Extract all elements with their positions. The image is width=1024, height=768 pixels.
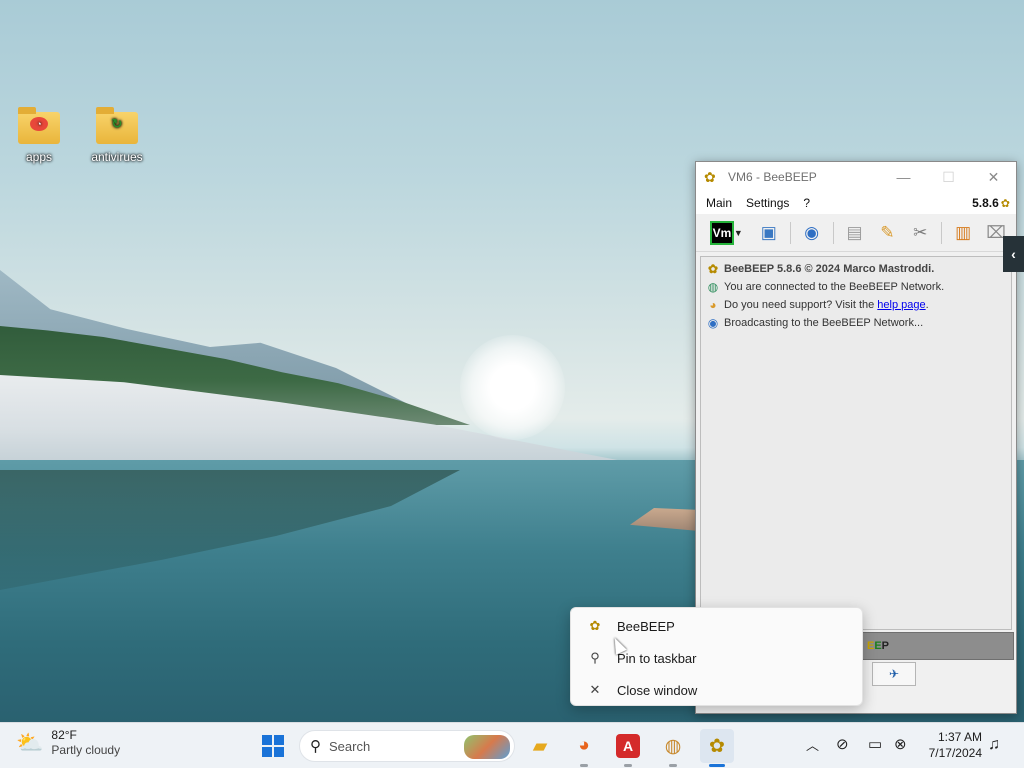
jumplist-label: BeeBEEP <box>617 618 675 634</box>
status-text: E <box>874 640 882 652</box>
folder-share-icon[interactable]: ▤ <box>842 220 868 246</box>
status-text: E <box>866 640 875 652</box>
network-broadcast-icon[interactable]: ◉ <box>799 220 825 246</box>
menu-bar: Main Settings ? 5.8.6 ✿ <box>696 192 1016 214</box>
start-button[interactable] <box>256 729 290 763</box>
chat-line: ◉ Broadcasting to the BeeBEEP Network... <box>705 314 1007 332</box>
taskbar-avira[interactable]: A <box>611 729 645 767</box>
taskbar-search[interactable]: ⚲ Search <box>299 730 515 762</box>
beebeep-icon: ✿ <box>709 735 725 757</box>
chat-text: . <box>925 299 929 311</box>
version-label: 5.8.6 <box>972 196 999 210</box>
send-button[interactable]: ✈ <box>872 662 916 686</box>
edit-profile-icon[interactable]: ▣ <box>756 220 782 246</box>
chat-text: Broadcasting to the BeeBEEP Network... <box>724 317 924 329</box>
beebeep-icon: ✿ <box>589 618 601 633</box>
folder-icon: ↻ <box>96 107 138 144</box>
minimize-button[interactable]: — <box>881 162 926 192</box>
weather-condition: Partly cloudy <box>51 743 121 757</box>
menu-main[interactable]: Main <box>706 196 732 210</box>
clock-time: 1:37 AM <box>937 730 982 744</box>
desktop-icon-label: antivirues <box>91 150 143 164</box>
toolbar-separator <box>832 221 834 244</box>
chat-area[interactable]: ✿ BeeBEEP 5.8.6 © 2024 Marco Mastroddi. … <box>700 256 1012 630</box>
chevron-down-icon[interactable]: ▼ <box>734 228 746 238</box>
tools-icon[interactable]: ✂ <box>907 220 933 246</box>
search-highlight-image <box>464 735 510 759</box>
pencil-icon[interactable]: ✎ <box>874 220 900 246</box>
running-indicator <box>709 764 725 767</box>
bee-icon: ✿ <box>704 169 716 185</box>
taskbar-firefox[interactable]: ◕ <box>567 729 601 767</box>
taskbar-installer[interactable]: ◍ <box>656 729 690 767</box>
wallpaper-sun <box>460 335 565 440</box>
menu-help[interactable]: ? <box>803 196 810 210</box>
notification-bell-icon[interactable]: ♫ <box>988 736 1000 754</box>
menu-settings[interactable]: Settings <box>746 196 789 210</box>
avira-icon: A <box>616 734 640 758</box>
connected-icon: ◍ <box>707 280 719 294</box>
chat-line: ✿ BeeBEEP 5.8.6 © 2024 Marco Mastroddi. <box>705 260 1007 278</box>
maximize-button[interactable]: ☐ <box>926 162 971 192</box>
installer-icon: ◍ <box>664 735 682 757</box>
chat-line: ◍ You are connected to the BeeBEEP Netwo… <box>705 278 1007 296</box>
chat-text: BeeBEEP 5.8.6 © 2024 Marco Mastroddi. <box>724 263 935 275</box>
network-disconnected-icon[interactable]: ⊘ <box>836 735 849 753</box>
running-indicator <box>580 764 588 767</box>
running-indicator <box>669 764 677 767</box>
taskbar-file-explorer[interactable]: ▰ <box>523 729 557 763</box>
weather-widget[interactable]: ⛅ 82°F Partly cloudy <box>16 728 120 758</box>
send-icon: ✈ <box>888 667 900 681</box>
desktop-icon-antivirues[interactable]: ↻ antivirues <box>85 107 149 164</box>
toolbar-separator <box>941 221 943 244</box>
bee-icon: ✿ <box>707 262 719 276</box>
taskbar-clock[interactable]: 1:37 AM 7/17/2024 <box>920 729 982 761</box>
window-titlebar[interactable]: ✿ VM6 - BeeBEEP — ☐ ✕ <box>696 162 1016 192</box>
taskbar-jump-list: ✿ BeeBEEP ⚲ Pin to taskbar ✕ Close windo… <box>570 607 863 706</box>
taskbar: ⛅ 82°F Partly cloudy ⚲ Search ▰ ◕ A ◍ ✿ … <box>0 722 1024 768</box>
taskbar-beebeep[interactable]: ✿ <box>700 729 734 767</box>
jumplist-label: Close window <box>617 682 698 698</box>
running-indicator <box>624 764 632 767</box>
desktop-icon-apps[interactable]: ◔ apps <box>7 107 71 164</box>
search-icon: ⚲ <box>310 738 321 755</box>
chat-text: Do you need support? Visit the <box>724 299 878 311</box>
bee-icon: ✿ <box>1000 197 1010 210</box>
chat-line: ◕ Do you need support? Visit the help pa… <box>705 296 1007 314</box>
antivirus-badge-icon: ↻ <box>111 116 123 131</box>
window-title: VM6 - BeeBEEP <box>728 170 817 184</box>
partly-cloudy-icon: ⛅ <box>16 730 44 755</box>
firefox-icon: ◕ <box>578 735 590 756</box>
jumplist-item-close[interactable]: ✕ Close window <box>571 674 862 706</box>
desktop-icon-label: apps <box>25 150 53 164</box>
user-status-button[interactable]: Vm <box>710 220 734 245</box>
clock-date: 7/17/2024 <box>928 746 982 760</box>
toolbar-separator <box>789 221 791 244</box>
file-explorer-icon: ▰ <box>532 735 548 757</box>
books-icon[interactable]: ▥ <box>950 220 976 246</box>
broadcast-icon: ◉ <box>707 316 719 330</box>
weather-temp: 82°F <box>51 728 77 742</box>
jumplist-label: Pin to taskbar <box>617 650 697 666</box>
windows-logo-icon <box>262 735 284 757</box>
status-text: P <box>881 640 889 652</box>
display-icon[interactable]: ▭ <box>868 735 882 753</box>
close-window-button[interactable]: ✕ <box>971 162 1016 192</box>
chat-text: You are connected to the BeeBEEP Network… <box>724 281 945 293</box>
chevron-up-icon[interactable]: ︿ <box>806 735 819 754</box>
help-page-link[interactable]: help page <box>877 299 925 311</box>
support-icon: ◕ <box>709 298 717 312</box>
apps-badge-icon: ◔ <box>30 117 48 131</box>
chevron-left-icon[interactable]: ‹ <box>1003 236 1024 272</box>
toolbar: Vm ▼ ▣ ◉ ▤ ✎ ✂ ▥ ⌧ <box>696 214 1016 252</box>
pin-icon: ⚲ <box>590 650 600 665</box>
close-icon: ✕ <box>589 682 601 697</box>
folder-icon: ◔ <box>18 107 60 144</box>
volume-muted-icon[interactable]: ⊗ <box>894 735 907 753</box>
search-placeholder: Search <box>329 738 371 754</box>
